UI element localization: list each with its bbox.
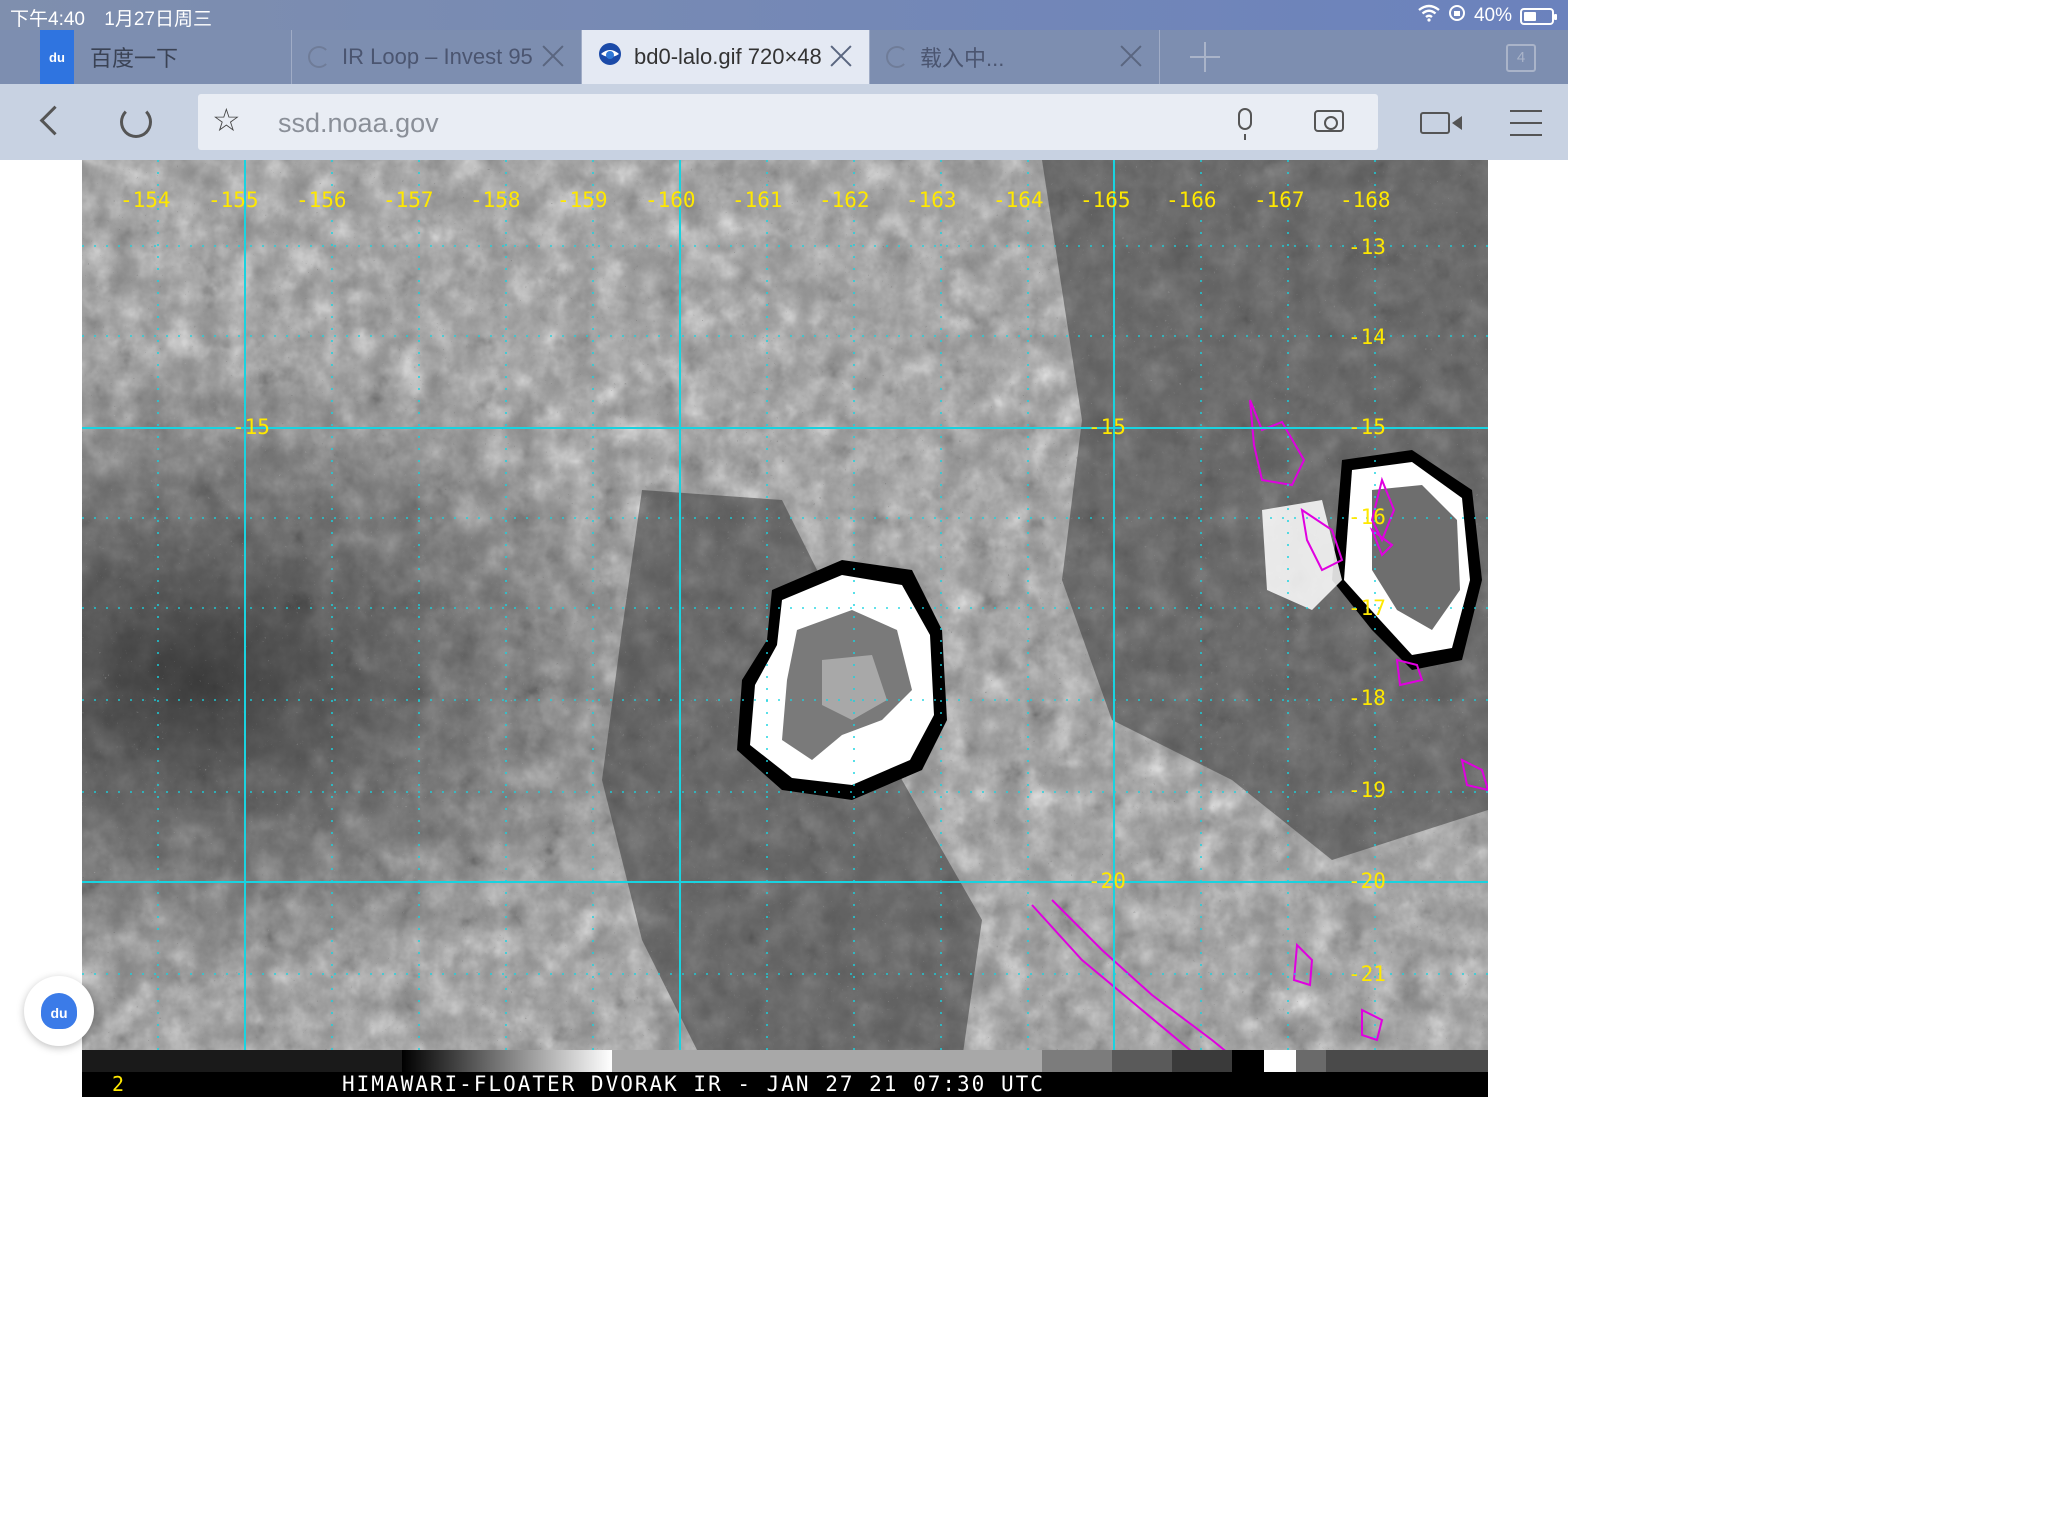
- baidu-float-button[interactable]: du: [24, 976, 94, 1046]
- baidu-icon: du: [40, 30, 74, 84]
- lat-label: -14: [1348, 325, 1386, 349]
- reload-button[interactable]: [120, 106, 152, 138]
- lon-label: -161: [732, 188, 783, 212]
- tab-count-button[interactable]: 4: [1506, 44, 1536, 72]
- status-date: 1月27日周三: [104, 9, 212, 30]
- close-tab-icon[interactable]: [829, 44, 853, 68]
- video-icon[interactable]: [1420, 112, 1462, 134]
- url-text[interactable]: ssd.noaa.gov: [278, 108, 439, 139]
- new-tab-button[interactable]: [1190, 42, 1220, 72]
- tab-strip: du 百度一下 IR Loop – Invest 95 bd0-lalo.gif…: [0, 30, 1568, 84]
- lon-label: -163: [906, 188, 957, 212]
- close-tab-icon[interactable]: [1119, 44, 1143, 68]
- lat-label: -18: [1348, 686, 1386, 710]
- tab-bd0-lalo[interactable]: bd0-lalo.gif 720×48: [582, 30, 870, 84]
- camera-icon[interactable]: [1314, 110, 1344, 132]
- tab-title: 百度一下: [90, 46, 179, 71]
- browser-toolbar: ☆ ssd.noaa.gov: [0, 84, 1568, 160]
- lon-label: -156: [296, 188, 347, 212]
- battery-icon: [1520, 7, 1557, 25]
- lat-label: -13: [1348, 235, 1386, 259]
- lon-label: -159: [557, 188, 608, 212]
- microphone-icon[interactable]: [1238, 108, 1252, 140]
- lon-label: -165: [1080, 188, 1131, 212]
- status-bar: 下午4:40 1月27日周三 40%: [0, 0, 1568, 30]
- tab-title: 载入中...: [920, 46, 1005, 71]
- wifi-icon: [1418, 4, 1440, 28]
- lon-label: -158: [470, 188, 521, 212]
- bookmark-star-icon[interactable]: ☆: [212, 104, 241, 136]
- tab-loading[interactable]: 载入中...: [870, 30, 1160, 84]
- lat-label: -20: [1348, 869, 1386, 893]
- lon-label: -157: [383, 188, 434, 212]
- satellite-image: [82, 160, 1488, 1097]
- lat-label: -15: [232, 415, 270, 439]
- lon-label: -155: [208, 188, 259, 212]
- rotation-lock-icon: [1448, 4, 1466, 28]
- tab-title: IR Loop – Invest 95: [342, 44, 533, 69]
- tab-baidu[interactable]: du 百度一下: [0, 30, 292, 84]
- lat-label: -17: [1348, 596, 1386, 620]
- lat-label: -20: [1088, 869, 1126, 893]
- menu-button[interactable]: [1510, 110, 1542, 136]
- lon-label: -166: [1166, 188, 1217, 212]
- loading-spinner-icon: [886, 46, 908, 68]
- status-time: 下午4:40: [10, 9, 85, 30]
- lon-label: -168: [1340, 188, 1391, 212]
- baidu-paw-icon: du: [41, 993, 77, 1029]
- lat-label: -19: [1348, 778, 1386, 802]
- lat-label: -15: [1088, 415, 1126, 439]
- noaa-icon: [598, 42, 622, 72]
- lon-label: -160: [645, 188, 696, 212]
- lon-label: -154: [120, 188, 171, 212]
- image-caption-bar: 2 HIMAWARI-FLOATER DVORAK IR - JAN 27 21…: [82, 1072, 1488, 1097]
- tab-ir-loop[interactable]: IR Loop – Invest 95: [292, 30, 582, 84]
- image-caption: HIMAWARI-FLOATER DVORAK IR - JAN 27 21 0…: [342, 1072, 1045, 1096]
- loading-spinner-icon: [308, 46, 330, 68]
- close-tab-icon[interactable]: [541, 44, 565, 68]
- lon-label: -164: [993, 188, 1044, 212]
- lon-label: -167: [1254, 188, 1305, 212]
- lon-label: -162: [819, 188, 870, 212]
- battery-percent: 40%: [1473, 5, 1512, 26]
- lat-label: -21: [1348, 962, 1386, 986]
- lat-label: -16: [1348, 505, 1386, 529]
- back-button[interactable]: [34, 106, 64, 138]
- tab-title: bd0-lalo.gif 720×48: [634, 44, 822, 69]
- address-bar[interactable]: ☆ ssd.noaa.gov: [198, 94, 1378, 150]
- lat-label: -15: [1348, 415, 1386, 439]
- frame-number: 2: [112, 1072, 125, 1096]
